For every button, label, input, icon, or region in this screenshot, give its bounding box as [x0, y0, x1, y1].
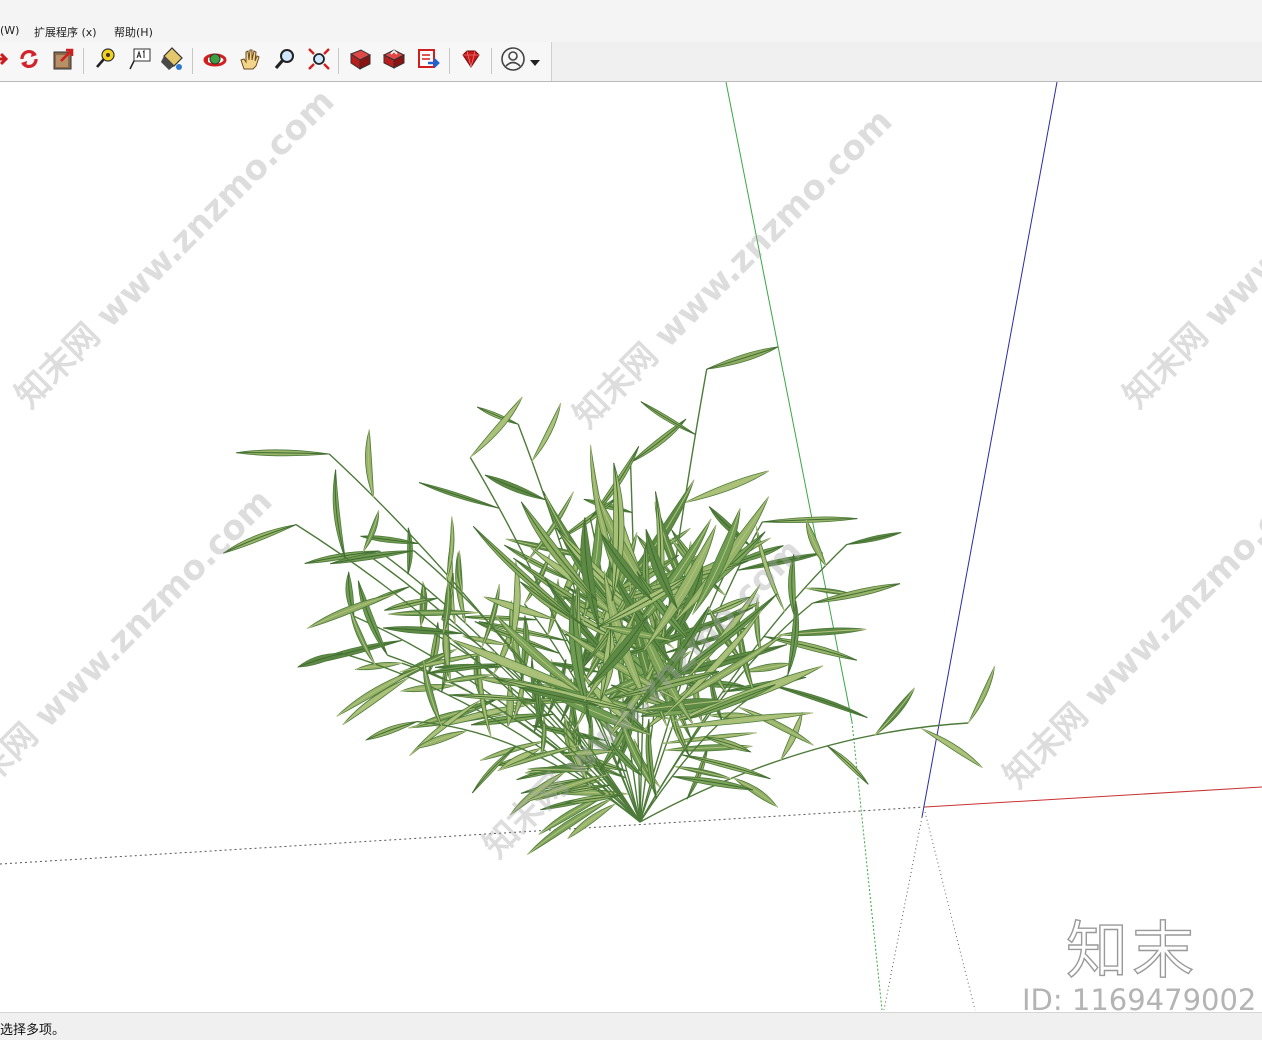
zoom-icon	[273, 47, 297, 75]
user-account-icon	[500, 46, 526, 76]
toolbar-panel	[0, 42, 552, 81]
paint-bucket-icon	[159, 46, 185, 76]
refresh-tool[interactable]	[16, 48, 42, 74]
tape-measure-tool[interactable]	[92, 48, 118, 74]
orbit-arrow-tool[interactable]	[0, 48, 14, 74]
text-label-icon	[128, 47, 152, 75]
user-account-menu[interactable]	[500, 46, 548, 76]
blue-axis-hidden	[883, 816, 923, 1011]
plant-leaf	[681, 754, 771, 780]
tape-measure-icon	[93, 47, 117, 75]
plant-leaf	[469, 396, 523, 458]
share-model-tool[interactable]	[381, 48, 407, 74]
export-tool[interactable]	[51, 48, 77, 74]
zoom-extents-tool[interactable]	[306, 48, 332, 74]
text-tool[interactable]	[127, 48, 153, 74]
toolbar-separator	[192, 48, 193, 74]
plant-leaf	[336, 667, 420, 717]
ruby-icon	[459, 47, 483, 75]
extension-warehouse-icon	[416, 46, 442, 76]
blue-axis	[921, 82, 1058, 818]
plant-leaf	[967, 665, 996, 724]
extension-warehouse-tool[interactable]	[416, 48, 442, 74]
paint-bucket-tool[interactable]	[159, 46, 185, 76]
toolbar	[0, 42, 1262, 82]
menu-extensions[interactable]: 扩展程序 (x)	[34, 24, 97, 40]
orbit-arrow-icon	[0, 48, 12, 74]
orbit-icon	[202, 46, 228, 76]
toolbar-separator	[491, 48, 492, 74]
plant-leaf	[827, 745, 869, 785]
pan-hand-icon	[238, 47, 262, 75]
zoom-tool[interactable]	[272, 48, 298, 74]
status-bar: 选择多项。	[0, 1012, 1262, 1040]
toolbar-separator	[449, 48, 450, 74]
export-icon	[52, 47, 76, 75]
plant-model[interactable]	[223, 346, 996, 855]
plant-leaf	[362, 510, 380, 552]
plant-leaf	[342, 677, 409, 726]
plant-leaf	[531, 402, 562, 462]
ground-axis-hidden	[924, 811, 976, 1011]
menu-window[interactable]: (W)	[0, 24, 19, 37]
warehouse-icon	[348, 47, 372, 75]
zoom-extents-icon	[307, 47, 331, 75]
plant-leaf	[733, 777, 779, 808]
plant-leaf	[365, 429, 375, 499]
share-model-icon	[381, 46, 407, 76]
warehouse-tool[interactable]	[347, 48, 373, 74]
status-text: 选择多项。	[0, 1023, 66, 1038]
toolbar-separator	[83, 48, 84, 74]
plant-leaf-vein	[846, 532, 902, 545]
menu-bar: (W) 扩展程序 (x) 帮助(H)	[0, 0, 1262, 42]
brand-logo: 知末	[1065, 913, 1199, 987]
plant-leaf	[771, 684, 868, 719]
toolbar-separator	[338, 48, 339, 74]
refresh-icon	[17, 47, 41, 75]
ruby-console-tool[interactable]	[458, 48, 484, 74]
red-axis-hidden	[0, 806, 926, 865]
model-viewport[interactable]: 知末网 www.znzmo.com 知末网 www.znzmo.com 知末网 …	[0, 82, 1262, 1012]
green-axis-hidden	[851, 721, 883, 1011]
plant-leaf	[921, 728, 983, 769]
chevron-down-icon	[530, 52, 540, 71]
red-axis	[924, 786, 1262, 808]
plant-leaf-vein	[706, 346, 779, 370]
orbit-tool[interactable]	[202, 48, 228, 74]
pan-tool[interactable]	[237, 48, 263, 74]
menu-help[interactable]: 帮助(H)	[114, 24, 153, 40]
